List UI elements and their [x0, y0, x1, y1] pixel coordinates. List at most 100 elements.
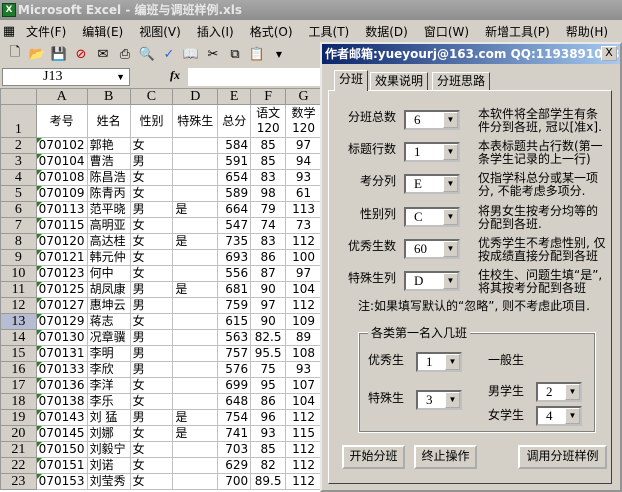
cell[interactable]: 735	[217, 233, 252, 250]
cell[interactable]: 刘娜	[86, 425, 131, 442]
column-header[interactable]: F	[250, 88, 287, 105]
cell[interactable]: 惠坤云	[86, 297, 131, 314]
cell[interactable]: 112	[285, 441, 322, 458]
cell[interactable]: 86	[250, 393, 287, 410]
fx-icon[interactable]: fx	[170, 68, 180, 83]
special-class-select[interactable]: 3 ▼	[416, 390, 462, 410]
row-header[interactable]: 11	[0, 281, 37, 298]
cell[interactable]: 547	[217, 217, 252, 234]
cell[interactable]: 576	[217, 361, 252, 378]
cell[interactable]: 刘莹秀	[86, 473, 131, 490]
cell[interactable]: 070133	[35, 361, 88, 378]
cell[interactable]: 是	[172, 281, 219, 298]
cell[interactable]: 104	[285, 281, 322, 298]
cell[interactable]: 648	[217, 393, 252, 410]
select-all-corner[interactable]	[0, 88, 37, 105]
cell[interactable]: 97	[250, 297, 287, 314]
cell[interactable]: 556	[217, 265, 252, 282]
tab-assign[interactable]: 分班	[334, 70, 369, 91]
cell[interactable]: 070145	[35, 425, 88, 442]
excel-doc-icon[interactable]: ▦	[0, 22, 18, 40]
cell[interactable]: 070113	[35, 201, 88, 218]
cell[interactable]: 女	[129, 457, 174, 474]
row-header[interactable]: 5	[0, 185, 37, 202]
menu-file[interactable]: 文件(F)	[18, 23, 74, 40]
cell[interactable]: 070120	[35, 233, 88, 250]
open-icon[interactable]: 📂	[28, 45, 46, 63]
tab-effect[interactable]: 效果说明	[370, 72, 429, 90]
cell[interactable]	[172, 313, 219, 330]
cell[interactable]: 何中	[86, 265, 131, 282]
setting-select[interactable]: E ▼	[404, 174, 460, 194]
cell[interactable]: 61	[285, 185, 322, 202]
male-class-select[interactable]: 2 ▼	[536, 382, 582, 402]
cell[interactable]: 070109	[35, 185, 88, 202]
setting-select[interactable]: D ▼	[404, 271, 460, 291]
cell[interactable]: 女	[129, 265, 174, 282]
cell[interactable]: 是	[172, 425, 219, 442]
menu-help[interactable]: 帮助(H)	[558, 23, 616, 40]
print-preview-icon[interactable]: 🔍	[138, 45, 156, 63]
row-header[interactable]: 9	[0, 249, 37, 266]
cell[interactable]: 681	[217, 281, 252, 298]
cell[interactable]: 女	[129, 217, 174, 234]
setting-select[interactable]: 60 ▼	[404, 239, 460, 259]
row-header[interactable]: 2	[0, 137, 37, 154]
cell[interactable]: 李洋	[86, 377, 131, 394]
setting-select[interactable]: C ▼	[404, 207, 460, 227]
cell[interactable]: 李明	[86, 345, 131, 362]
cell[interactable]: 女	[129, 249, 174, 266]
cell[interactable]: 070136	[35, 377, 88, 394]
cell[interactable]: 女	[129, 377, 174, 394]
cell[interactable]: 070108	[35, 169, 88, 186]
stop-button[interactable]: 终止操作	[414, 445, 477, 469]
menu-format[interactable]: 格式(O)	[242, 23, 301, 40]
cell[interactable]: 112	[285, 297, 322, 314]
load-sample-button[interactable]: 调用分班样例	[518, 445, 607, 469]
cell[interactable]: 女	[129, 233, 174, 250]
cell[interactable]: 070115	[35, 217, 88, 234]
cell[interactable]: 584	[217, 137, 252, 154]
cell[interactable]: 100	[285, 249, 322, 266]
cell[interactable]: 97	[285, 137, 322, 154]
cell[interactable]: 女	[129, 441, 174, 458]
menu-addins[interactable]: 新增工具(P)	[477, 23, 558, 40]
cell[interactable]: 070153	[35, 473, 88, 490]
row-header[interactable]: 20	[0, 425, 37, 442]
cell[interactable]: 615	[217, 313, 252, 330]
start-button[interactable]: 开始分班	[342, 445, 405, 469]
cell[interactable]: 范平晓	[86, 201, 131, 218]
cell[interactable]: 693	[217, 249, 252, 266]
cell[interactable]	[172, 457, 219, 474]
cell[interactable]: 85	[250, 153, 287, 170]
save-icon[interactable]: 💾	[50, 45, 68, 63]
row-header[interactable]: 16	[0, 361, 37, 378]
cell[interactable]: 93	[285, 361, 322, 378]
cell[interactable]: 070151	[35, 457, 88, 474]
cell[interactable]	[172, 217, 219, 234]
cell[interactable]: 96	[250, 409, 287, 426]
cell[interactable]	[172, 185, 219, 202]
cell[interactable]: 胡凤康	[86, 281, 131, 298]
chevron-down-icon[interactable]: ▼	[116, 69, 125, 85]
cell[interactable]: 男	[129, 153, 174, 170]
menu-edit[interactable]: 编辑(E)	[74, 23, 131, 40]
cell[interactable]: 112	[285, 457, 322, 474]
cell[interactable]: 女	[129, 425, 174, 442]
research-icon[interactable]: 📖	[182, 45, 200, 63]
row-header[interactable]: 7	[0, 217, 37, 234]
cell[interactable]: 蒋志	[86, 313, 131, 330]
cell[interactable]: 89.5	[250, 473, 287, 490]
row-header[interactable]: 14	[0, 329, 37, 346]
cell[interactable]: 93	[250, 425, 287, 442]
cell[interactable]: 070129	[35, 313, 88, 330]
cell[interactable]	[172, 345, 219, 362]
cell[interactable]: 75	[250, 361, 287, 378]
formula-input[interactable]	[188, 68, 322, 86]
cell[interactable]: 112	[285, 233, 322, 250]
cell[interactable]: 男	[129, 361, 174, 378]
tab-approach[interactable]: 分班思路	[432, 72, 491, 90]
cell[interactable]: 700	[217, 473, 252, 490]
email-icon[interactable]: ✉	[94, 45, 112, 63]
row-header[interactable]: 22	[0, 457, 37, 474]
